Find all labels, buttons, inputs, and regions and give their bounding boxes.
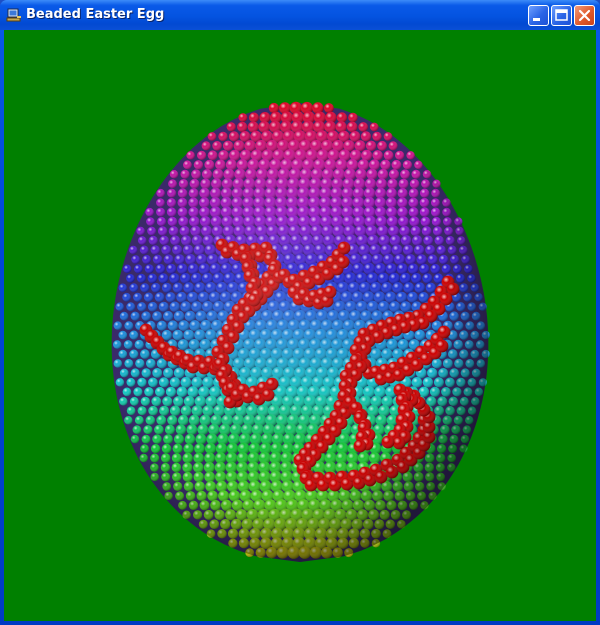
render-canvas[interactable] (4, 30, 596, 621)
close-icon (578, 9, 591, 22)
maximize-icon (555, 9, 568, 21)
computer-app-icon[interactable] (6, 7, 22, 23)
maximize-button[interactable] (551, 5, 572, 26)
egg-shading (111, 103, 489, 562)
beaded-egg-render (111, 101, 490, 562)
minimize-button[interactable] (528, 5, 549, 26)
window-title: Beaded Easter Egg (26, 7, 165, 22)
app-window: Beaded Easter Egg (0, 0, 600, 625)
title-bar[interactable]: Beaded Easter Egg (0, 0, 600, 30)
minimize-icon (533, 18, 540, 21)
close-button[interactable] (574, 5, 595, 26)
